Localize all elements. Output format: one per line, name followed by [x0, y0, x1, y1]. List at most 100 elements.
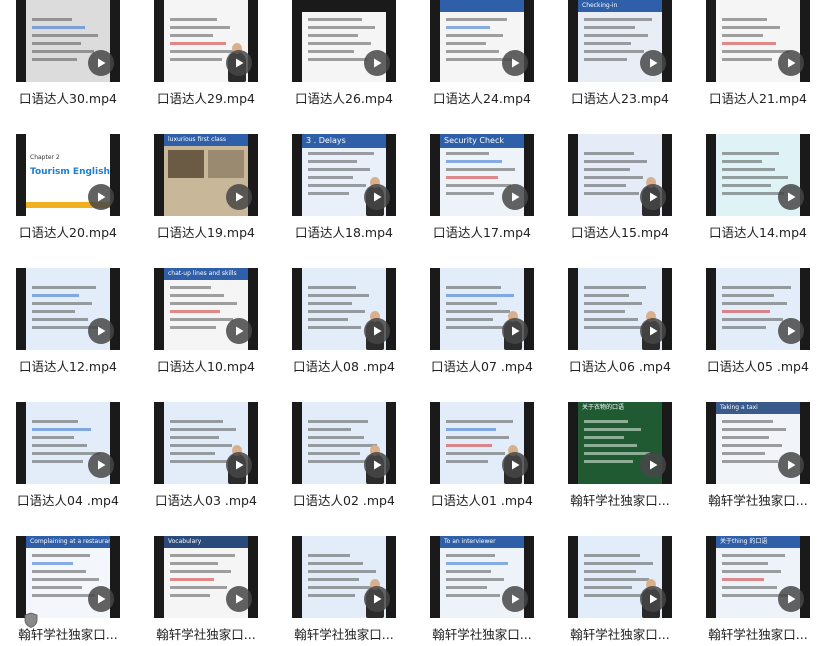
video-file-item[interactable]: 翰轩学社独家口... [568, 536, 672, 646]
video-file-item[interactable]: 口语达人02 .mp4 [292, 402, 396, 526]
video-thumbnail[interactable]: chat-up lines and skills [154, 268, 258, 350]
play-icon[interactable] [364, 318, 390, 344]
play-icon[interactable] [364, 184, 390, 210]
video-file-item[interactable]: 口语达人15.mp4 [568, 134, 672, 258]
play-icon[interactable] [88, 586, 114, 612]
video-file-item[interactable]: To an interviewer 翰轩学社独家口... [430, 536, 534, 646]
play-icon[interactable] [640, 586, 666, 612]
play-icon[interactable] [640, 452, 666, 478]
video-file-item[interactable]: Complaining at a restaurant 翰轩学社独家口... [16, 536, 120, 646]
slide-text-line [584, 554, 640, 557]
play-icon[interactable] [226, 318, 252, 344]
play-icon[interactable] [88, 318, 114, 344]
play-icon[interactable] [88, 452, 114, 478]
play-icon[interactable] [364, 50, 390, 76]
slide-text-line [722, 152, 779, 155]
play-icon[interactable] [778, 452, 804, 478]
play-icon[interactable] [640, 184, 666, 210]
video-thumbnail[interactable] [292, 268, 396, 350]
play-icon[interactable] [364, 452, 390, 478]
video-thumbnail[interactable] [568, 268, 672, 350]
video-thumbnail[interactable] [706, 268, 810, 350]
play-icon[interactable] [502, 452, 528, 478]
video-thumbnail[interactable] [568, 134, 672, 216]
video-thumbnail[interactable] [16, 268, 120, 350]
video-file-item[interactable]: 口语达人26.mp4 [292, 0, 396, 124]
play-icon[interactable] [778, 50, 804, 76]
video-file-item[interactable]: Taking a taxi 翰轩学社独家口... [706, 402, 810, 526]
video-thumbnail[interactable] [430, 402, 534, 484]
video-thumbnail[interactable]: Taking a taxi [706, 402, 810, 484]
video-thumbnail[interactable]: Checking-in [568, 0, 672, 82]
video-thumbnail[interactable]: 3 . Delays [292, 134, 396, 216]
file-name-label: 口语达人06 .mp4 [569, 359, 671, 374]
video-thumbnail[interactable] [154, 0, 258, 82]
video-file-item[interactable]: 关于衣物的口语 翰轩学社独家口... [568, 402, 672, 526]
video-file-item[interactable]: Tourism English Chapter 2 口语达人20.mp4 [16, 134, 120, 258]
video-thumbnail[interactable] [430, 268, 534, 350]
video-thumbnail[interactable]: Vocabulary [154, 536, 258, 618]
video-thumbnail[interactable] [292, 0, 396, 82]
video-file-item[interactable]: 口语达人05 .mp4 [706, 268, 810, 392]
slide-text-line [446, 570, 491, 573]
play-icon[interactable] [502, 50, 528, 76]
play-icon[interactable] [640, 50, 666, 76]
play-icon[interactable] [88, 50, 114, 76]
video-file-item[interactable]: 口语达人24.mp4 [430, 0, 534, 124]
slide-text-line [722, 452, 765, 455]
video-thumbnail[interactable] [706, 134, 810, 216]
video-file-item[interactable]: Security Check 口语达人17.mp4 [430, 134, 534, 258]
video-thumbnail[interactable]: 关于thing 的口语 [706, 536, 810, 618]
play-icon[interactable] [226, 50, 252, 76]
video-file-item[interactable]: 口语达人07 .mp4 [430, 268, 534, 392]
video-thumbnail[interactable] [16, 402, 120, 484]
video-thumbnail[interactable]: Complaining at a restaurant [16, 536, 120, 618]
video-thumbnail[interactable]: Security Check [430, 134, 534, 216]
video-file-item[interactable]: 口语达人30.mp4 [16, 0, 120, 124]
video-thumbnail[interactable]: 关于衣物的口语 [568, 402, 672, 484]
video-thumbnail[interactable] [16, 0, 120, 82]
video-thumbnail[interactable] [706, 0, 810, 82]
video-file-item[interactable]: 口语达人29.mp4 [154, 0, 258, 124]
play-icon[interactable] [778, 318, 804, 344]
play-icon[interactable] [226, 586, 252, 612]
video-thumbnail[interactable] [292, 402, 396, 484]
video-thumbnail[interactable]: To an interviewer [430, 536, 534, 618]
video-file-item[interactable]: chat-up lines and skills 口语达人10.mp4 [154, 268, 258, 392]
play-icon[interactable] [88, 184, 114, 210]
video-file-item[interactable]: 口语达人12.mp4 [16, 268, 120, 392]
slide-text-line [722, 18, 767, 21]
play-icon[interactable] [778, 184, 804, 210]
video-file-item[interactable]: 3 . Delays 口语达人18.mp4 [292, 134, 396, 258]
play-icon[interactable] [364, 586, 390, 612]
video-thumbnail[interactable] [430, 0, 534, 82]
play-icon[interactable] [640, 318, 666, 344]
video-file-item[interactable]: Vocabulary 翰轩学社独家口... [154, 536, 258, 646]
video-thumbnail[interactable] [292, 536, 396, 618]
play-icon[interactable] [502, 318, 528, 344]
play-icon[interactable] [226, 452, 252, 478]
video-file-item[interactable]: Checking-in 口语达人23.mp4 [568, 0, 672, 124]
video-thumbnail[interactable]: Tourism English Chapter 2 [16, 134, 120, 216]
play-icon[interactable] [502, 184, 528, 210]
video-file-item[interactable]: 口语达人04 .mp4 [16, 402, 120, 526]
play-icon[interactable] [778, 586, 804, 612]
video-file-item[interactable]: 关于thing 的口语 翰轩学社独家口... [706, 536, 810, 646]
video-file-item[interactable]: 口语达人14.mp4 [706, 134, 810, 258]
slide-text-line [308, 184, 366, 187]
video-file-item[interactable]: luxurious first class 口语达人19.mp4 [154, 134, 258, 258]
video-file-item[interactable]: 口语达人01 .mp4 [430, 402, 534, 526]
video-thumbnail[interactable]: luxurious first class [154, 134, 258, 216]
video-file-item[interactable]: 口语达人06 .mp4 [568, 268, 672, 392]
video-file-item[interactable]: 口语达人08 .mp4 [292, 268, 396, 392]
video-thumbnail[interactable] [154, 402, 258, 484]
play-icon[interactable] [502, 586, 528, 612]
slide-text-line [32, 562, 73, 565]
video-thumbnail[interactable] [568, 536, 672, 618]
slide-text-line [32, 318, 88, 321]
video-file-item[interactable]: 口语达人03 .mp4 [154, 402, 258, 526]
play-icon[interactable] [226, 184, 252, 210]
video-file-item[interactable]: 翰轩学社独家口... [292, 536, 396, 646]
video-file-item[interactable]: 口语达人21.mp4 [706, 0, 810, 124]
slide-text-line [722, 168, 775, 171]
